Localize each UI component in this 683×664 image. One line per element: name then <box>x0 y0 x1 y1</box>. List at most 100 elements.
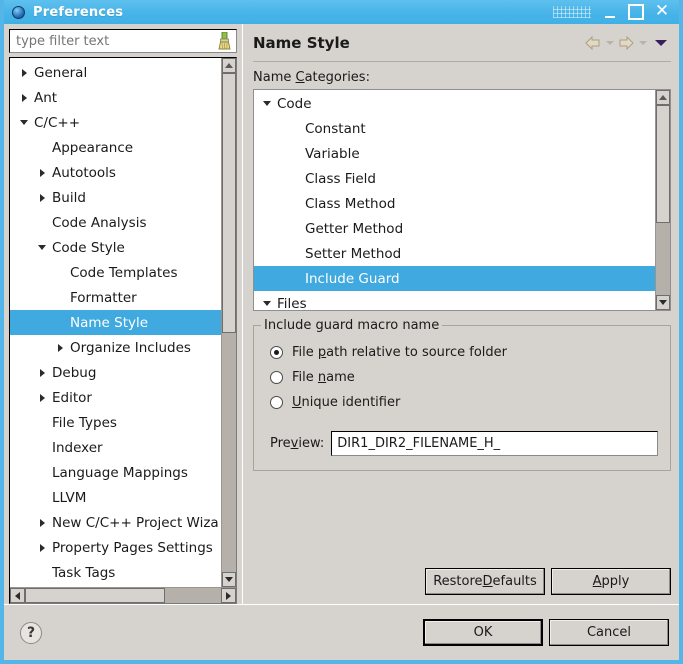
sidebar-scroll-thumb[interactable] <box>222 73 236 333</box>
cancel-button[interactable]: Cancel <box>549 619 669 646</box>
categories-scroll-track[interactable] <box>656 105 670 295</box>
tree-item[interactable]: Ant <box>10 85 221 110</box>
back-dropdown-caret-icon[interactable] <box>605 38 614 47</box>
tree-item[interactable]: Organize Includes <box>10 335 221 360</box>
radio-option[interactable]: Unique identifier <box>270 390 658 415</box>
tree-item-label: Files <box>277 295 307 311</box>
close-button[interactable]: ✕ <box>649 1 675 23</box>
tree-item[interactable]: Code Templates <box>10 260 221 285</box>
scroll-right-arrow-icon[interactable] <box>221 588 236 603</box>
chevron-right-icon[interactable] <box>34 165 50 181</box>
sidebar-scroll-track[interactable] <box>222 73 236 572</box>
tree-item[interactable]: Autotools <box>10 160 221 185</box>
tree-item-label: Class Method <box>305 195 396 212</box>
tree-item[interactable]: Language Mappings <box>10 460 221 485</box>
tree-item[interactable]: Task Tags <box>10 560 221 585</box>
chevron-right-icon[interactable] <box>16 90 32 106</box>
include-guard-group: Include guard macro name File path relat… <box>253 318 671 471</box>
apply-button[interactable]: Apply <box>551 568 671 595</box>
tree-item[interactable]: Getter Method <box>254 216 655 241</box>
tree-item[interactable]: Appearance <box>10 135 221 160</box>
restore-defaults-button[interactable]: Restore Defaults <box>425 568 545 595</box>
tree-item-label: Variable <box>305 145 360 162</box>
forward-dropdown-caret-icon[interactable] <box>638 38 647 47</box>
minimize-button[interactable] <box>597 1 623 23</box>
categories-scroll-down-arrow-icon[interactable] <box>656 295 670 310</box>
tree-item[interactable]: Editor <box>10 385 221 410</box>
sidebar-hscroll-thumb[interactable] <box>25 588 165 603</box>
tree-item[interactable]: Build <box>10 185 221 210</box>
tree-item[interactable]: Constant <box>254 116 655 141</box>
categories-scroll-thumb[interactable] <box>656 105 670 223</box>
radio-checked-icon[interactable] <box>270 346 283 359</box>
scroll-up-arrow-icon[interactable] <box>222 58 236 73</box>
help-question-icon[interactable]: ? <box>20 621 42 644</box>
chevron-right-icon[interactable] <box>34 540 50 556</box>
preferences-sidebar: General Ant C/C++ Appearance Autotools Build C… <box>4 24 242 604</box>
chevron-right-icon[interactable] <box>34 190 50 206</box>
chevron-right-icon[interactable] <box>34 515 50 531</box>
tree-item[interactable]: Formatter <box>10 285 221 310</box>
sidebar-horizontal-scrollbar[interactable] <box>10 587 236 603</box>
preview-input[interactable] <box>331 431 658 456</box>
tree-item[interactable]: Indexer <box>10 435 221 460</box>
tree-item-label: Formatter <box>70 289 137 306</box>
tree-item[interactable]: Debug <box>10 360 221 385</box>
chevron-right-icon[interactable] <box>34 365 50 381</box>
chevron-right-icon[interactable] <box>52 340 68 356</box>
back-arrow-icon[interactable] <box>584 34 602 52</box>
eclipse-dot-icon <box>12 5 25 19</box>
categories-vertical-scrollbar[interactable] <box>655 90 670 310</box>
tree-item-label: Organize Includes <box>70 339 191 356</box>
name-categories-list[interactable]: Code Constant Variable Class Field Class Met… <box>254 90 655 310</box>
tree-item[interactable]: New C/C++ Project Wiza <box>10 510 221 535</box>
page-header-tools <box>584 34 669 52</box>
maximize-button[interactable] <box>623 1 649 23</box>
sidebar-vertical-scrollbar[interactable] <box>221 58 236 587</box>
radio-option[interactable]: File name <box>270 365 658 390</box>
chevron-down-icon[interactable] <box>34 240 50 256</box>
include-guard-radio-group[interactable]: File path relative to source folder File … <box>266 340 658 415</box>
chevron-right-icon[interactable] <box>34 390 50 406</box>
forward-arrow-icon[interactable] <box>617 34 635 52</box>
tree-item[interactable]: Class Method <box>254 191 655 216</box>
chevron-right-icon[interactable] <box>16 65 32 81</box>
chevron-down-icon[interactable] <box>259 96 275 112</box>
tree-item-selected[interactable]: Name Style <box>10 310 221 335</box>
tree-item[interactable]: Variable <box>254 141 655 166</box>
tree-item[interactable]: Code Style <box>10 235 221 260</box>
tree-item[interactable]: Code Analysis <box>10 210 221 235</box>
tree-item[interactable]: Setter Method <box>254 241 655 266</box>
tree-item[interactable]: General <box>10 60 221 85</box>
tree-item[interactable]: Class Field <box>254 166 655 191</box>
radio-unchecked-icon[interactable] <box>270 371 283 384</box>
scroll-down-arrow-icon[interactable] <box>222 572 236 587</box>
broom-icon[interactable] <box>217 32 232 50</box>
tree-item-label: Setter Method <box>305 245 402 262</box>
preferences-tree-list[interactable]: General Ant C/C++ Appearance Autotools Build C… <box>10 58 221 587</box>
tree-item[interactable]: C/C++ <box>10 110 221 135</box>
tree-item[interactable]: File Types <box>10 410 221 435</box>
tree-item-label: Name Style <box>70 314 149 331</box>
ok-button[interactable]: OK <box>423 619 543 646</box>
tree-item-selected[interactable]: Include Guard <box>254 266 655 291</box>
tree-item-label: Editor <box>52 389 92 406</box>
search-input[interactable] <box>9 29 237 53</box>
tree-item[interactable]: Property Pages Settings <box>10 535 221 560</box>
tree-item-label: Debug <box>52 364 97 381</box>
preview-row: Preview: <box>270 431 658 456</box>
chevron-down-icon[interactable] <box>16 115 32 131</box>
scroll-left-arrow-icon[interactable] <box>10 588 25 603</box>
view-menu-caret-icon[interactable] <box>653 35 669 51</box>
tree-item-label: C/C++ <box>34 114 81 131</box>
chevron-down-icon[interactable] <box>259 296 275 311</box>
window-titlebar[interactable]: Preferences ✕ <box>4 0 679 24</box>
categories-scroll-up-arrow-icon[interactable] <box>656 90 670 105</box>
radio-unchecked-icon[interactable] <box>270 396 283 409</box>
tree-item[interactable]: Code <box>254 91 655 116</box>
dialog-footer: ? OK Cancel <box>4 604 679 660</box>
tree-item[interactable]: LLVM <box>10 485 221 510</box>
radio-option[interactable]: File path relative to source folder <box>270 340 658 365</box>
tree-item[interactable]: Files <box>254 291 655 311</box>
sidebar-hscroll-track[interactable] <box>25 588 221 603</box>
